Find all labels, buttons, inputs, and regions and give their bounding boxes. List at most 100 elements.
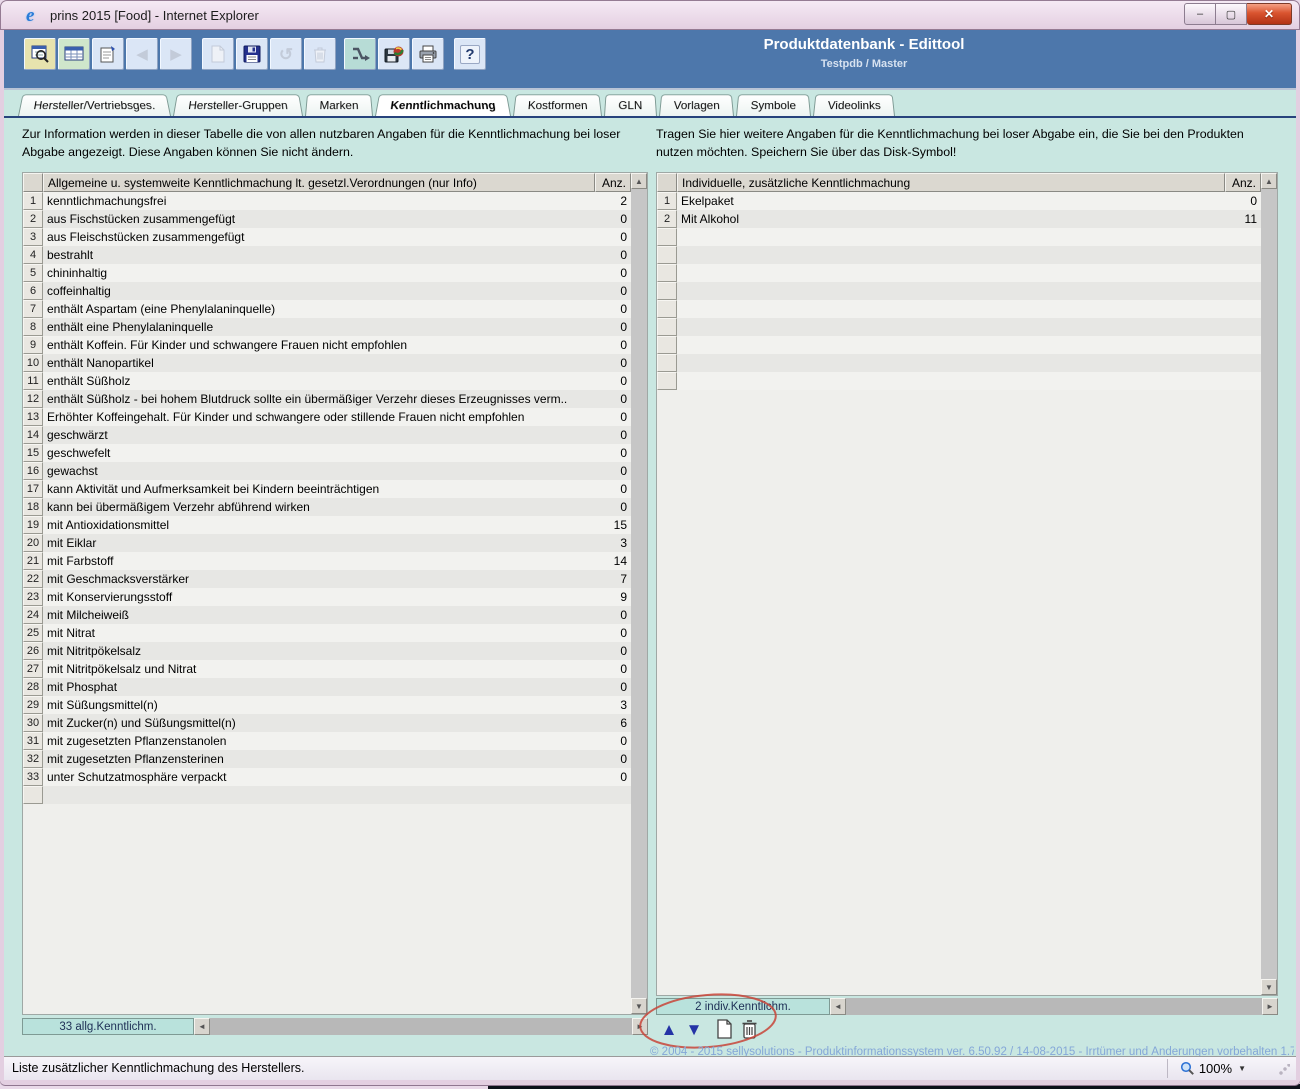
table-row[interactable]: 31mit zugesetzten Pflanzenstanolen0 [23,732,647,750]
form-search-icon [30,44,50,64]
back-button[interactable]: ◀ [126,38,158,70]
scroll-right-icon[interactable]: ► [632,1018,648,1035]
table-row[interactable]: 32mit zugesetzten Pflanzensterinen0 [23,750,647,768]
close-button[interactable]: ✕ [1247,3,1292,25]
header-label-cell[interactable]: Individuelle, zusätzliche Kenntlichmachu… [677,173,1225,192]
table-row[interactable] [657,246,1277,264]
tab-vorlagen[interactable]: Vorlagen [659,94,734,116]
table-row[interactable]: 18kann bei übermäßigem Verzehr abführend… [23,498,647,516]
tab-symbole[interactable]: Symbole [736,94,811,116]
table-row[interactable] [23,786,647,804]
right-info-text: Tragen Sie hier weitere Angaben für die … [656,126,1256,162]
table-row[interactable]: 20mit Eiklar3 [23,534,647,552]
table-row[interactable]: 2aus Fischstücken zusammengefügt0 [23,210,647,228]
row-number: 13 [23,408,43,426]
table-row[interactable]: 3aus Fleischstücken zusammengefügt0 [23,228,647,246]
table-row[interactable]: 10enthält Nanopartikel0 [23,354,647,372]
scroll-left-icon[interactable]: ◄ [194,1018,210,1035]
table-row[interactable]: 17kann Aktivität und Aufmerksamkeit bei … [23,480,647,498]
save-button[interactable] [236,38,268,70]
new-row-button[interactable] [713,1018,735,1040]
table-row[interactable]: 27mit Nitritpökelsalz und Nitrat0 [23,660,647,678]
header-count-cell[interactable]: Anz. [595,173,631,192]
table-row[interactable]: 13Erhöhter Koffeingehalt. Für Kinder und… [23,408,647,426]
move-up-button[interactable]: ▲ [658,1018,680,1040]
table-row[interactable]: 8enthält eine Phenylalaninquelle0 [23,318,647,336]
move-up-icon: ▲ [661,1021,678,1038]
table-row[interactable]: 11enthält Süßholz0 [23,372,647,390]
maximize-button[interactable]: ▢ [1216,3,1247,25]
tab-kostformen[interactable]: Kostformen [513,94,602,116]
tab-hersteller-vertriebsges[interactable]: Hersteller/Vertriebsges. [18,94,171,116]
table-row[interactable]: 12enthält Süßholz - bei hohem Blutdruck … [23,390,647,408]
table-row[interactable]: 16gewachst0 [23,462,647,480]
move-down-button[interactable]: ▼ [683,1018,705,1040]
forward-button[interactable]: ▶ [160,38,192,70]
right-vertical-scrollbar[interactable]: ▲ ▼ [1261,173,1277,995]
header-count-cell[interactable]: Anz. [1225,173,1261,192]
edit-document-button[interactable] [92,38,124,70]
print-button[interactable] [412,38,444,70]
table-row[interactable]: 1Ekelpaket0 [657,192,1277,210]
table-row[interactable] [657,372,1277,390]
right-horizontal-scrollbar[interactable]: ◄ ► [830,998,1278,1015]
row-label [677,264,1225,282]
table-row[interactable] [657,300,1277,318]
undo-button[interactable]: ↺ [270,38,302,70]
table-row[interactable] [657,228,1277,246]
table-row[interactable]: 15geschwefelt0 [23,444,647,462]
table-row[interactable]: 6coffeinhaltig0 [23,282,647,300]
table-row[interactable]: 26mit Nitritpökelsalz0 [23,642,647,660]
left-vertical-scrollbar[interactable]: ▲ ▼ [631,173,647,1014]
table-row[interactable]: 33unter Schutzatmosphäre verpackt0 [23,768,647,786]
table-row[interactable]: 25mit Nitrat0 [23,624,647,642]
tab-hersteller-gruppen[interactable]: Hersteller-Gruppen [173,94,303,116]
help-button[interactable]: ? [454,38,486,70]
table-row[interactable]: 28mit Phosphat0 [23,678,647,696]
table-row[interactable]: 22mit Geschmacksverstärker7 [23,570,647,588]
tab-gln[interactable]: GLN [604,94,657,116]
table-row[interactable]: 24mit Milcheiweiß0 [23,606,647,624]
row-label: enthält Süßholz - bei hohem Blutdruck so… [43,390,595,408]
export-button[interactable] [378,38,410,70]
table-row[interactable]: 7enthält Aspartam (eine Phenylalaninquel… [23,300,647,318]
row-count [1225,354,1261,372]
resize-grip[interactable] [1278,1064,1290,1076]
scroll-up-icon[interactable]: ▲ [1261,173,1277,189]
delete-row-button[interactable] [738,1018,760,1040]
left-horizontal-scrollbar[interactable]: ◄ ► [194,1018,648,1035]
table-row[interactable]: 1kenntlichmachungsfrei2 [23,192,647,210]
table-view-button[interactable] [58,38,90,70]
table-row[interactable]: 2Mit Alkohol11 [657,210,1277,228]
table-row[interactable]: 19mit Antioxidationsmittel15 [23,516,647,534]
form-search-button[interactable] [24,38,56,70]
delete-button[interactable] [304,38,336,70]
scroll-up-icon[interactable]: ▲ [631,173,647,189]
table-row[interactable] [657,318,1277,336]
table-row[interactable]: 30mit Zucker(n) und Süßungsmittel(n)6 [23,714,647,732]
scroll-right-icon[interactable]: ► [1262,998,1278,1015]
table-row[interactable] [657,264,1277,282]
table-row[interactable]: 29mit Süßungsmittel(n)3 [23,696,647,714]
scroll-down-icon[interactable]: ▼ [1261,979,1277,995]
table-row[interactable] [657,282,1277,300]
table-row[interactable]: 14geschwärzt0 [23,426,647,444]
table-row[interactable]: 23mit Konservierungsstoff9 [23,588,647,606]
table-row[interactable]: 4bestrahlt0 [23,246,647,264]
tab-kenntlichmachung[interactable]: Kenntlichmachung [375,94,511,116]
table-row[interactable]: 21mit Farbstoff14 [23,552,647,570]
row-count [1225,246,1261,264]
table-row[interactable] [657,354,1277,372]
new-document-button[interactable] [202,38,234,70]
scroll-left-icon[interactable]: ◄ [830,998,846,1015]
merge-button[interactable] [344,38,376,70]
table-row[interactable]: 5chininhaltig0 [23,264,647,282]
table-row[interactable]: 9enthält Koffein. Für Kinder und schwang… [23,336,647,354]
tab-videolinks[interactable]: Videolinks [813,94,895,116]
table-row[interactable] [657,336,1277,354]
header-label-cell[interactable]: Allgemeine u. systemweite Kenntlichmachu… [43,173,595,192]
zoom-control[interactable]: 100% ▼ [1167,1059,1250,1078]
scroll-down-icon[interactable]: ▼ [631,998,647,1014]
tab-marken[interactable]: Marken [305,94,373,116]
minimize-button[interactable]: – [1184,3,1216,25]
